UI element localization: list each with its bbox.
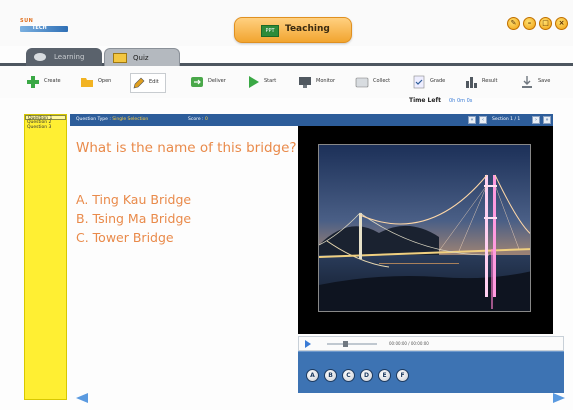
answer-panel: A B C D E F — [298, 351, 564, 393]
maximize-icon[interactable]: □ — [539, 17, 552, 30]
graduation-cap-icon — [34, 53, 46, 61]
tab-bar: Learning Quiz — [0, 46, 573, 66]
tab-learning[interactable]: Learning — [26, 48, 102, 66]
title-bar: SUN TECH PPT Teaching ✎ – □ × — [0, 0, 573, 46]
bridge-photo — [318, 144, 531, 312]
time-left-value: 0h 0m 0s — [449, 98, 473, 104]
teaching-mode-tab[interactable]: PPT Teaching — [234, 17, 352, 43]
question-list-item[interactable]: Question 3 — [25, 125, 66, 130]
next-section-icon[interactable]: › — [532, 116, 540, 124]
answer-button-f[interactable]: F — [396, 369, 409, 382]
question-list: Question 1 Question 2 Question 3 — [24, 114, 67, 400]
media-controls: 00:00:00 / 00:00:00 — [298, 336, 564, 351]
collect-icon — [355, 77, 369, 88]
seek-handle[interactable] — [343, 341, 348, 347]
logo-top: SUN — [20, 18, 34, 24]
tab-label: Quiz — [133, 54, 149, 62]
answer-button-d[interactable]: D — [360, 369, 373, 382]
bar-chart-icon — [466, 77, 477, 88]
settings-icon[interactable]: ✎ — [507, 17, 520, 30]
answer-option: A. Ting Kau Bridge — [76, 192, 192, 207]
grade-icon — [413, 75, 425, 89]
question-text: What is the name of this bridge? — [76, 140, 297, 156]
next-question-icon[interactable] — [553, 393, 565, 403]
close-icon[interactable]: × — [555, 17, 568, 30]
quiz-icon — [113, 53, 127, 63]
play-icon[interactable] — [305, 340, 311, 348]
pencil-icon — [133, 77, 145, 89]
first-section-icon[interactable]: « — [468, 116, 476, 124]
deliver-icon — [191, 77, 203, 87]
folder-icon — [81, 78, 93, 87]
app-window: SUN TECH PPT Teaching ✎ – □ × Learning Q… — [0, 0, 573, 410]
time-left-label: Time Left — [409, 97, 441, 104]
tab-quiz[interactable]: Quiz — [104, 48, 180, 66]
answer-button-e[interactable]: E — [378, 369, 391, 382]
score: Score : 0 — [188, 117, 208, 122]
save-icon — [522, 76, 532, 88]
seek-bar[interactable] — [327, 343, 377, 345]
edit-button[interactable]: Edit — [130, 73, 166, 93]
prev-section-icon[interactable]: ‹ — [479, 116, 487, 124]
answer-button-a[interactable]: A — [306, 369, 319, 382]
question-header: Question Type : Single Selection Score :… — [70, 114, 553, 126]
plus-icon — [27, 76, 39, 88]
answer-option: C. Tower Bridge — [76, 230, 174, 245]
monitor-icon — [299, 77, 311, 88]
answer-button-c[interactable]: C — [342, 369, 355, 382]
presentation-icon: PPT — [261, 25, 279, 37]
last-section-icon[interactable]: » — [543, 116, 551, 124]
answer-button-b[interactable]: B — [324, 369, 337, 382]
media-panel — [298, 126, 553, 334]
answer-option: B. Tsing Ma Bridge — [76, 211, 192, 226]
logo-bottom: TECH — [32, 25, 47, 31]
section-indicator: Section 1 / 1 — [492, 117, 521, 122]
previous-question-icon[interactable] — [76, 393, 88, 403]
play-icon — [249, 76, 259, 88]
tab-label: Learning — [54, 53, 85, 61]
media-time: 00:00:00 / 00:00:00 — [389, 341, 429, 346]
toolbar: Create Open Edit Deliver Start Monitor C… — [0, 66, 573, 98]
logo: SUN TECH — [20, 18, 72, 36]
minimize-icon[interactable]: – — [523, 17, 536, 30]
mode-label: Teaching — [285, 24, 330, 34]
question-type: Question Type : Single Selection — [76, 117, 149, 122]
bridge-image — [319, 145, 530, 311]
